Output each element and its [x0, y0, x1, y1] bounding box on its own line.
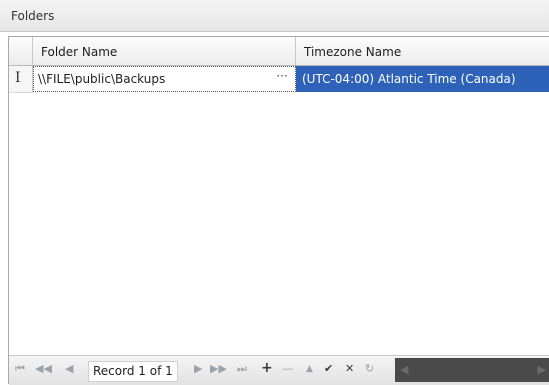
- scroll-right-arrow-icon[interactable]: ▶: [538, 363, 546, 376]
- browse-ellipsis-button[interactable]: ···: [272, 69, 292, 87]
- edit-icon[interactable]: ▲: [306, 364, 313, 374]
- table-row[interactable]: I \\FILE\public\Backups ··· (UTC-04:00) …: [9, 66, 549, 93]
- delete-icon[interactable]: —: [282, 362, 293, 375]
- last-record-icon[interactable]: ⏭: [237, 362, 247, 376]
- folders-grid: Folder Name Timezone Name I \\FILE\publi…: [8, 36, 549, 385]
- scroll-left-arrow-icon[interactable]: ◀: [400, 363, 408, 376]
- grid-header: Folder Name Timezone Name: [9, 37, 549, 66]
- folder-name-cell-editor[interactable]: \\FILE\public\Backups ···: [33, 66, 296, 92]
- horizontal-scrollbar[interactable]: ◀ ▶: [395, 358, 549, 382]
- folders-panel: Folders Folder Name Timezone Name I \\FI…: [0, 0, 549, 385]
- column-header-folder-name[interactable]: Folder Name: [33, 37, 296, 65]
- refresh-icon[interactable]: ↻: [365, 362, 374, 375]
- record-counter: Record 1 of 1: [88, 361, 178, 382]
- data-navigator: ⏮ ◀◀ ◀ Record 1 of 1 ▶ ▶▶ ⏭ + — ▲ ✔ ✕ ↻ …: [9, 355, 549, 385]
- folder-name-value[interactable]: \\FILE\public\Backups: [38, 72, 165, 86]
- row-indicator[interactable]: I: [9, 66, 33, 93]
- panel-title: Folders: [11, 9, 55, 23]
- timezone-name-cell[interactable]: (UTC-04:00) Atlantic Time (Canada): [296, 66, 549, 92]
- edit-cursor-icon: I: [15, 70, 21, 86]
- prev-record-icon[interactable]: ◀: [65, 362, 73, 375]
- cancel-edit-icon[interactable]: ✕: [345, 362, 354, 375]
- column-header-label: Timezone Name: [304, 45, 402, 59]
- first-record-icon[interactable]: ⏮: [15, 362, 25, 376]
- append-icon[interactable]: +: [261, 360, 273, 376]
- column-header-timezone-name[interactable]: Timezone Name: [296, 37, 549, 65]
- timezone-name-value: (UTC-04:00) Atlantic Time (Canada): [302, 72, 516, 86]
- end-edit-check-icon[interactable]: ✔: [324, 362, 333, 375]
- column-header-label: Folder Name: [41, 45, 118, 59]
- next-record-icon[interactable]: ▶: [194, 362, 202, 375]
- prev-page-icon[interactable]: ◀◀: [35, 362, 52, 375]
- panel-header: Folders: [0, 0, 549, 32]
- header-corner: [9, 37, 33, 65]
- next-page-icon[interactable]: ▶▶: [210, 362, 227, 375]
